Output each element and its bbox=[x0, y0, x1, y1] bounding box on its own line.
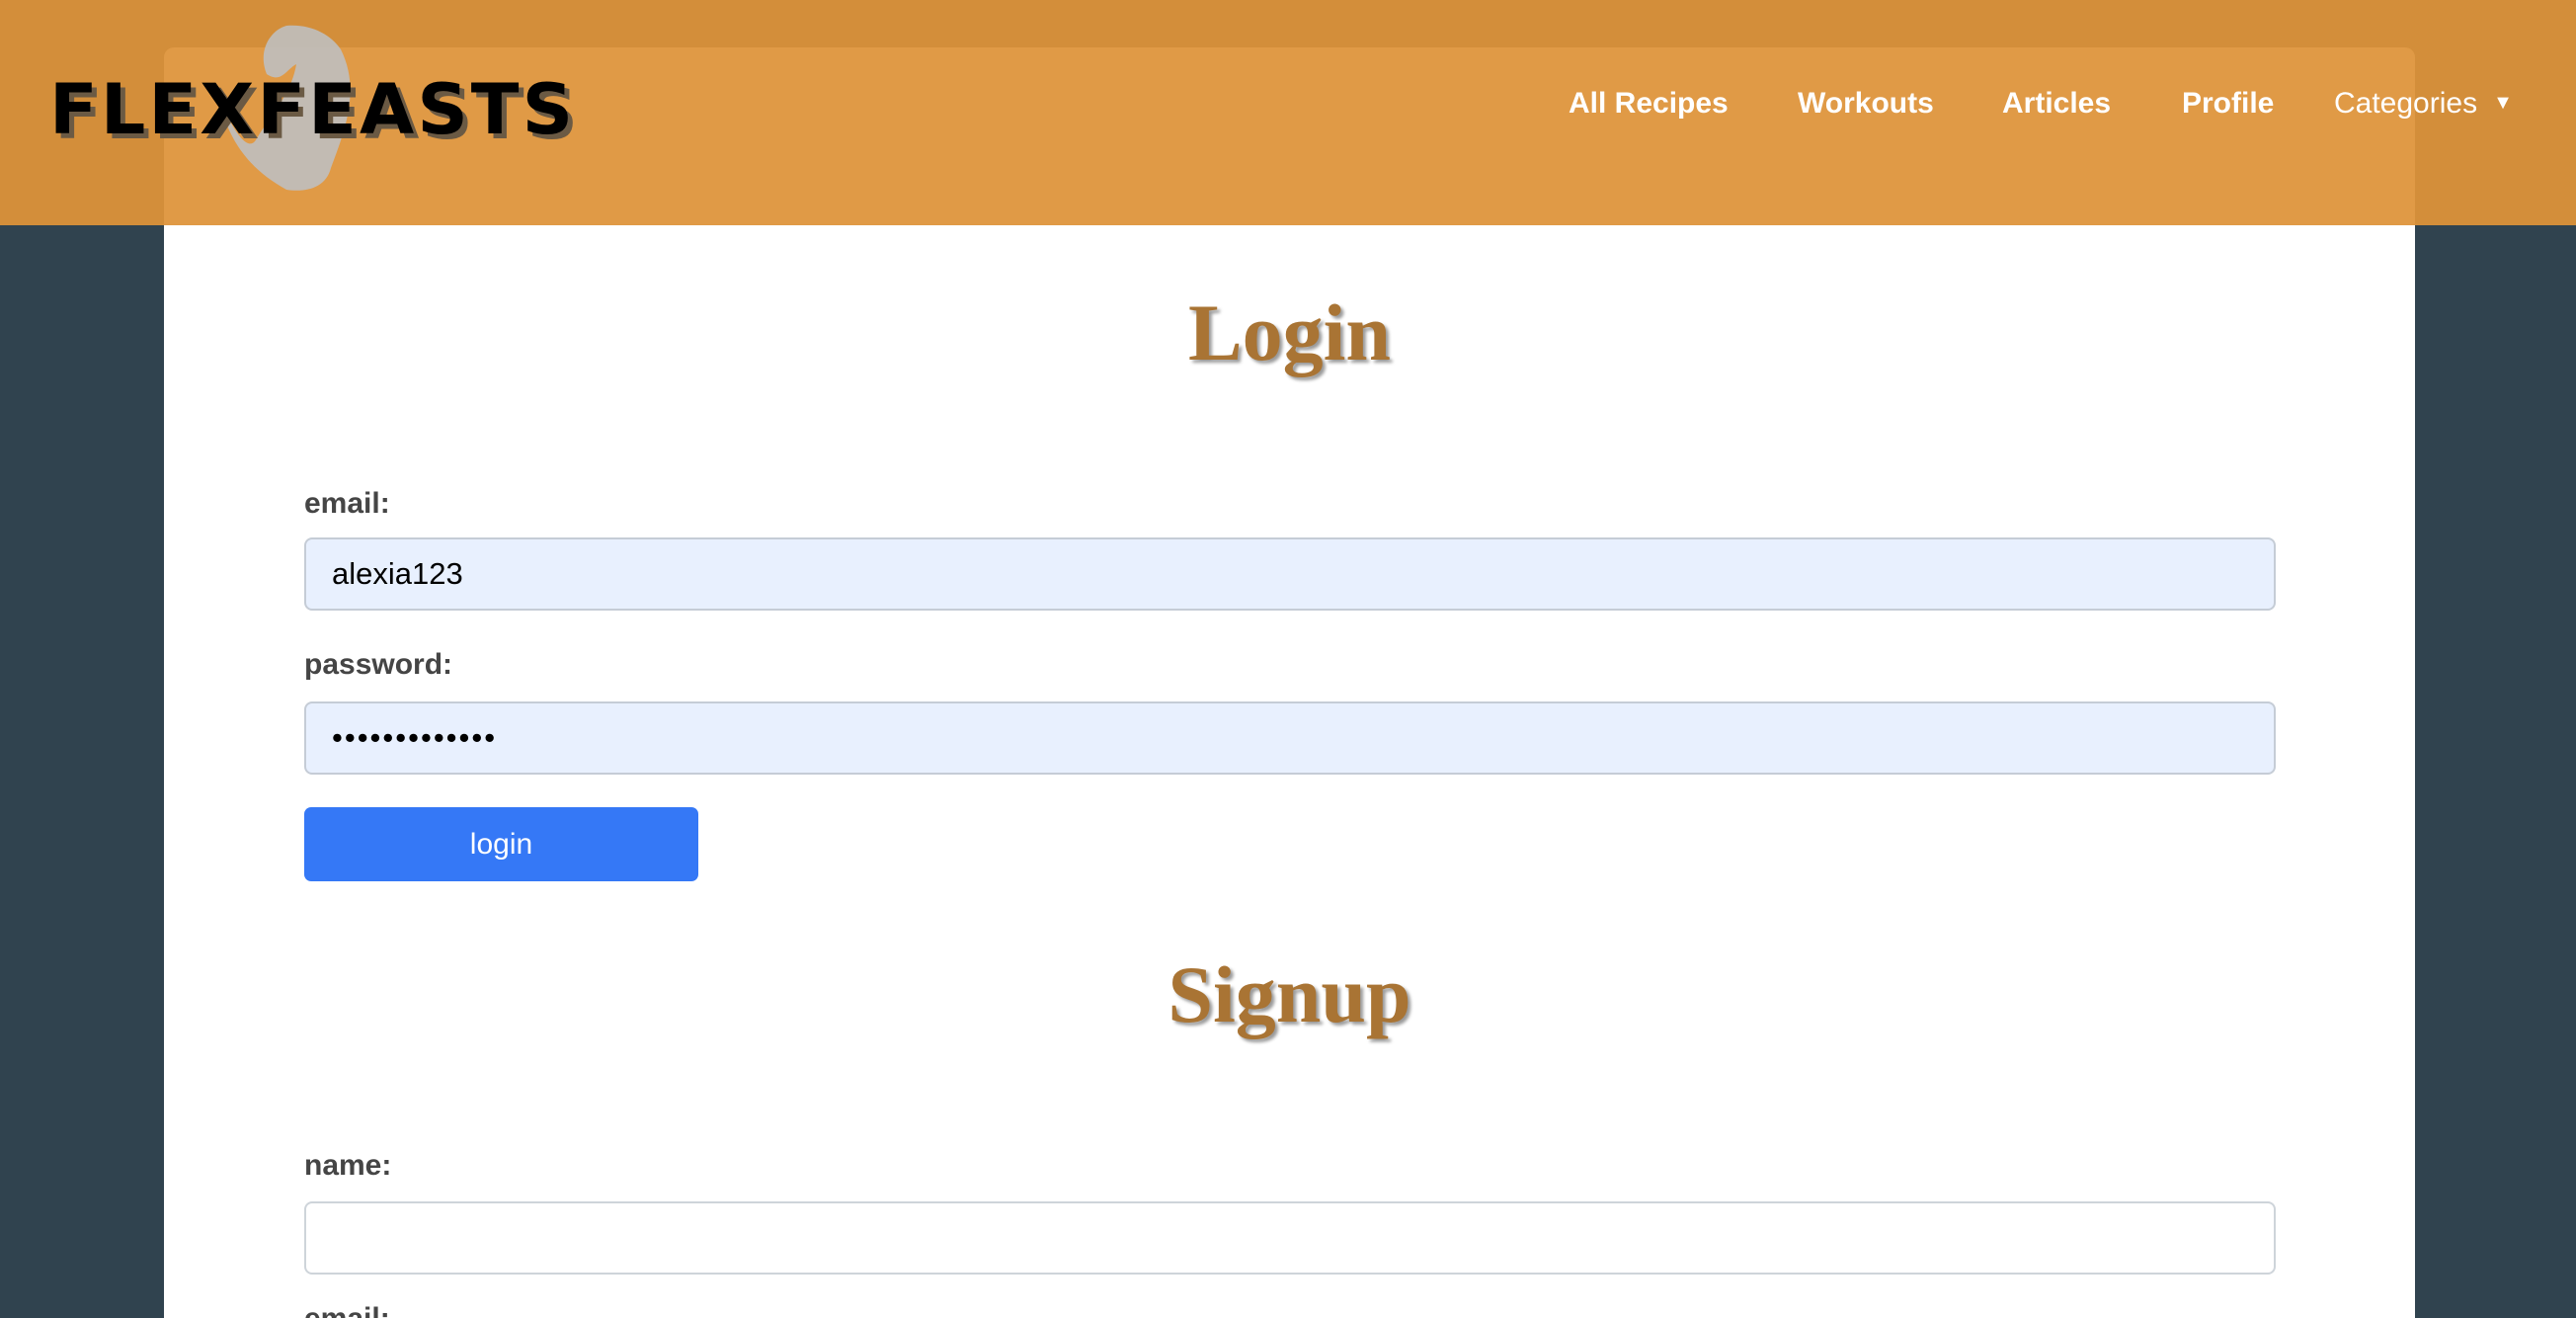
signup-title: Signup bbox=[1167, 949, 1411, 1039]
nav-categories-dropdown[interactable]: Categories ▼ bbox=[2334, 87, 2513, 121]
nav-profile[interactable]: Profile bbox=[2182, 87, 2274, 121]
login-password-input[interactable]: ••••••••••••• bbox=[304, 701, 2276, 775]
brand-logo[interactable]: FLEXFEASTS bbox=[49, 69, 576, 150]
signup-name-input[interactable] bbox=[304, 1201, 2276, 1275]
site-header: FLEXFEASTS All Recipes Workouts Articles… bbox=[0, 0, 2576, 225]
auth-card: Login email: alexia123 password: •••••••… bbox=[164, 225, 2415, 1318]
email-label: email: bbox=[304, 487, 390, 520]
login-email-input[interactable]: alexia123 bbox=[304, 537, 2276, 611]
login-button[interactable]: login bbox=[304, 807, 698, 881]
categories-label: Categories bbox=[2334, 87, 2478, 120]
nav-articles[interactable]: Articles bbox=[2002, 87, 2111, 121]
password-label: password: bbox=[304, 648, 453, 681]
nav-all-recipes[interactable]: All Recipes bbox=[1569, 87, 1729, 121]
login-title: Login bbox=[1187, 288, 1392, 377]
signup-email-label: email: bbox=[304, 1302, 390, 1318]
name-label: name: bbox=[304, 1149, 392, 1182]
nav-workouts[interactable]: Workouts bbox=[1798, 87, 1934, 121]
caret-down-icon: ▼ bbox=[2493, 92, 2513, 114]
